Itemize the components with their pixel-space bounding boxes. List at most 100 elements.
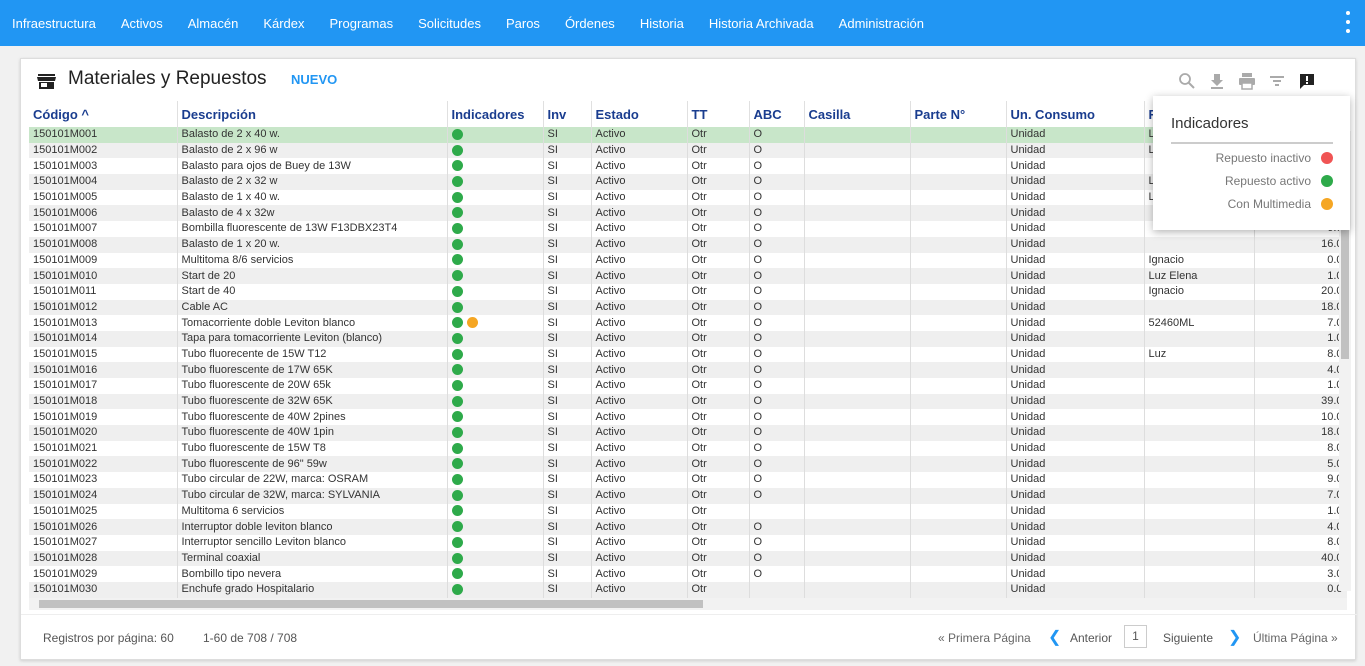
table-row[interactable]: 150101M005 Balasto de 1 x 40 w. SI Activo Ot… [29, 189, 1347, 206]
column-header[interactable]: Código ^ [29, 101, 178, 127]
card-header: Materiales y Repuestos NUEVO [21, 59, 1357, 101]
table-cell: SI [543, 283, 592, 300]
table-row[interactable]: 150101M007 Bombilla fluorescente de 13W F… [29, 221, 1347, 237]
table-cell [749, 581, 805, 598]
table-cell [1144, 566, 1255, 582]
table-row[interactable]: 150101M001 Balasto de 2 x 40 w. SI Activo Ot… [29, 127, 1347, 143]
nav-item[interactable]: Activos [121, 16, 163, 31]
nav-item[interactable]: Paros [506, 16, 540, 31]
last-page-link[interactable]: Última Página » [1253, 631, 1338, 645]
table-row[interactable]: 150101M011 Start de 40 SI Activo Otr O Unidad I… [29, 283, 1347, 300]
table-row[interactable]: 150101M008 Balasto de 1 x 20 w. SI Activo Ot… [29, 236, 1347, 253]
records-per-page[interactable]: Registros por página: 60 [43, 631, 174, 645]
filter-icon[interactable] [1267, 71, 1287, 91]
table-cell [804, 315, 911, 331]
table-row[interactable]: 150101M029 Bombillo tipo nevera SI Activo Ot… [29, 566, 1347, 582]
horizontal-scrollbar[interactable] [29, 598, 1347, 610]
table-row[interactable]: 150101M022 Tubo fluorescente de 96" 59w SI… [29, 456, 1347, 473]
table-cell: Otr [687, 487, 750, 504]
table-cell: 1.0 [1254, 503, 1347, 520]
table-row[interactable]: 150101M002 Balasto de 2 x 96 w SI Activo Otr… [29, 142, 1347, 159]
table-cell: 1.0 [1254, 268, 1347, 284]
table-cell: O [749, 550, 805, 567]
table-row[interactable]: 150101M014 Tapa para tomacorriente Levito… [29, 330, 1347, 347]
chevron-right-icon[interactable]: ❯ [1228, 627, 1241, 647]
nav-item[interactable]: Solicitudes [418, 16, 481, 31]
column-header[interactable]: Descripción [177, 101, 448, 127]
table-row[interactable]: 150101M025 Multitoma 6 servicios SI Activo O… [29, 503, 1347, 520]
table-row[interactable]: 150101M028 Terminal coaxial SI Activo Otr O Un… [29, 550, 1347, 567]
nav-item[interactable]: Kárdex [263, 16, 304, 31]
table-row[interactable]: 150101M013 Tomacorriente doble Leviton bl… [29, 315, 1347, 331]
table-row[interactable]: 150101M020 Tubo fluorescente de 40W 1pin S… [29, 425, 1347, 441]
column-header[interactable]: ABC [749, 101, 805, 127]
print-icon[interactable] [1237, 71, 1257, 91]
more-vert-icon[interactable] [1345, 11, 1351, 33]
new-button[interactable]: NUEVO [291, 72, 337, 87]
table-row[interactable]: 150101M024 Tubo circular de 32W, marca: S… [29, 487, 1347, 504]
table-row[interactable]: 150101M021 Tubo fluorescente de 15W T8 SI A… [29, 440, 1347, 457]
page-number-input[interactable]: 1 [1124, 625, 1147, 648]
nav-item[interactable]: Administración [839, 16, 924, 31]
table-cell: Unidad [1006, 127, 1145, 143]
table-row[interactable]: 150101M030 Enchufe grado Hospitalario SI Ac… [29, 581, 1347, 598]
table-cell: 150101M016 [29, 362, 178, 378]
search-icon[interactable] [1177, 71, 1197, 91]
table-row[interactable]: 150101M017 Tubo fluorescente de 20W 65k SI… [29, 378, 1347, 394]
column-header[interactable]: Inv [543, 101, 592, 127]
table-cell: SI [543, 205, 592, 222]
nav-item[interactable]: Almacén [188, 16, 239, 31]
table-row[interactable]: 150101M019 Tubo fluorescente de 40W 2pine… [29, 409, 1347, 426]
indicators-icon[interactable] [1297, 71, 1317, 91]
table-row[interactable]: 150101M012 Cable AC SI Activo Otr O Unidad 18.0 [29, 299, 1347, 316]
table-cell: Unidad [1006, 283, 1145, 300]
nav-item[interactable]: Órdenes [565, 16, 615, 31]
table-cell: Activo [591, 174, 688, 190]
download-icon[interactable] [1207, 71, 1227, 91]
column-header[interactable]: Parte N° [910, 101, 1007, 127]
column-header[interactable]: Indicadores [447, 101, 544, 127]
table-cell: Otr [687, 440, 750, 457]
table-cell: Otr [687, 236, 750, 253]
table-cell: Activo [591, 472, 688, 488]
previous-page-link[interactable]: Anterior [1070, 631, 1112, 645]
chevron-left-icon[interactable]: ❮ [1048, 627, 1061, 647]
nav-item[interactable]: Historia [640, 16, 684, 31]
next-page-link[interactable]: Siguiente [1163, 631, 1213, 645]
table-cell: Tubo fluorescente de 96" 59w [177, 456, 448, 473]
table-cell [910, 393, 1007, 410]
first-page-link[interactable]: « Primera Página [938, 631, 1031, 645]
table-cell: 18.0 [1254, 425, 1347, 441]
column-header[interactable]: Un. Consumo [1006, 101, 1145, 127]
table-cell [447, 315, 544, 331]
table-row[interactable]: 150101M004 Balasto de 2 x 32 w SI Activo Otr… [29, 174, 1347, 190]
column-header[interactable]: Estado [591, 101, 688, 127]
nav-item[interactable]: Infraestructura [12, 16, 96, 31]
table-row[interactable]: 150101M009 Multitoma 8/6 servicios SI Activ… [29, 252, 1347, 269]
table-row[interactable]: 150101M015 Tubo fluorecente de 15W T12 SI A… [29, 346, 1347, 363]
column-header[interactable]: Casilla [804, 101, 911, 127]
table-cell [804, 393, 911, 410]
table-cell: SI [543, 330, 592, 347]
table-row[interactable]: 150101M016 Tubo fluorescente de 17W 65K SI… [29, 362, 1347, 378]
table-cell: O [749, 283, 805, 300]
table-row[interactable]: 150101M006 Balasto de 4 x 32w SI Activo Otr O… [29, 205, 1347, 222]
column-header[interactable]: TT [687, 101, 750, 127]
table-row[interactable]: 150101M010 Start de 20 SI Activo Otr O Unidad L… [29, 268, 1347, 284]
table-row[interactable]: 150101M003 Balasto para ojos de Buey de 1… [29, 158, 1347, 175]
table-cell: 0.0 [1254, 581, 1347, 598]
table-cell [447, 472, 544, 488]
table-row[interactable]: 150101M023 Tubo circular de 22W, marca: O… [29, 472, 1347, 488]
table-cell [910, 205, 1007, 222]
table-row[interactable]: 150101M027 Interruptor sencillo Leviton b… [29, 534, 1347, 551]
nav-item[interactable]: Programas [330, 16, 394, 31]
table-cell: Unidad [1006, 221, 1145, 237]
nav-item[interactable]: Historia Archivada [709, 16, 814, 31]
table-cell: Unidad [1006, 566, 1145, 582]
table-cell: Activo [591, 581, 688, 598]
table-cell [910, 566, 1007, 582]
table-cell: 10.0 [1254, 409, 1347, 426]
table-row[interactable]: 150101M026 Interruptor doble leviton blan… [29, 519, 1347, 535]
table-row[interactable]: 150101M018 Tubo fluorescente de 32W 65K SI… [29, 393, 1347, 410]
legend-item-inactive: Repuesto inactivo [1216, 151, 1333, 165]
